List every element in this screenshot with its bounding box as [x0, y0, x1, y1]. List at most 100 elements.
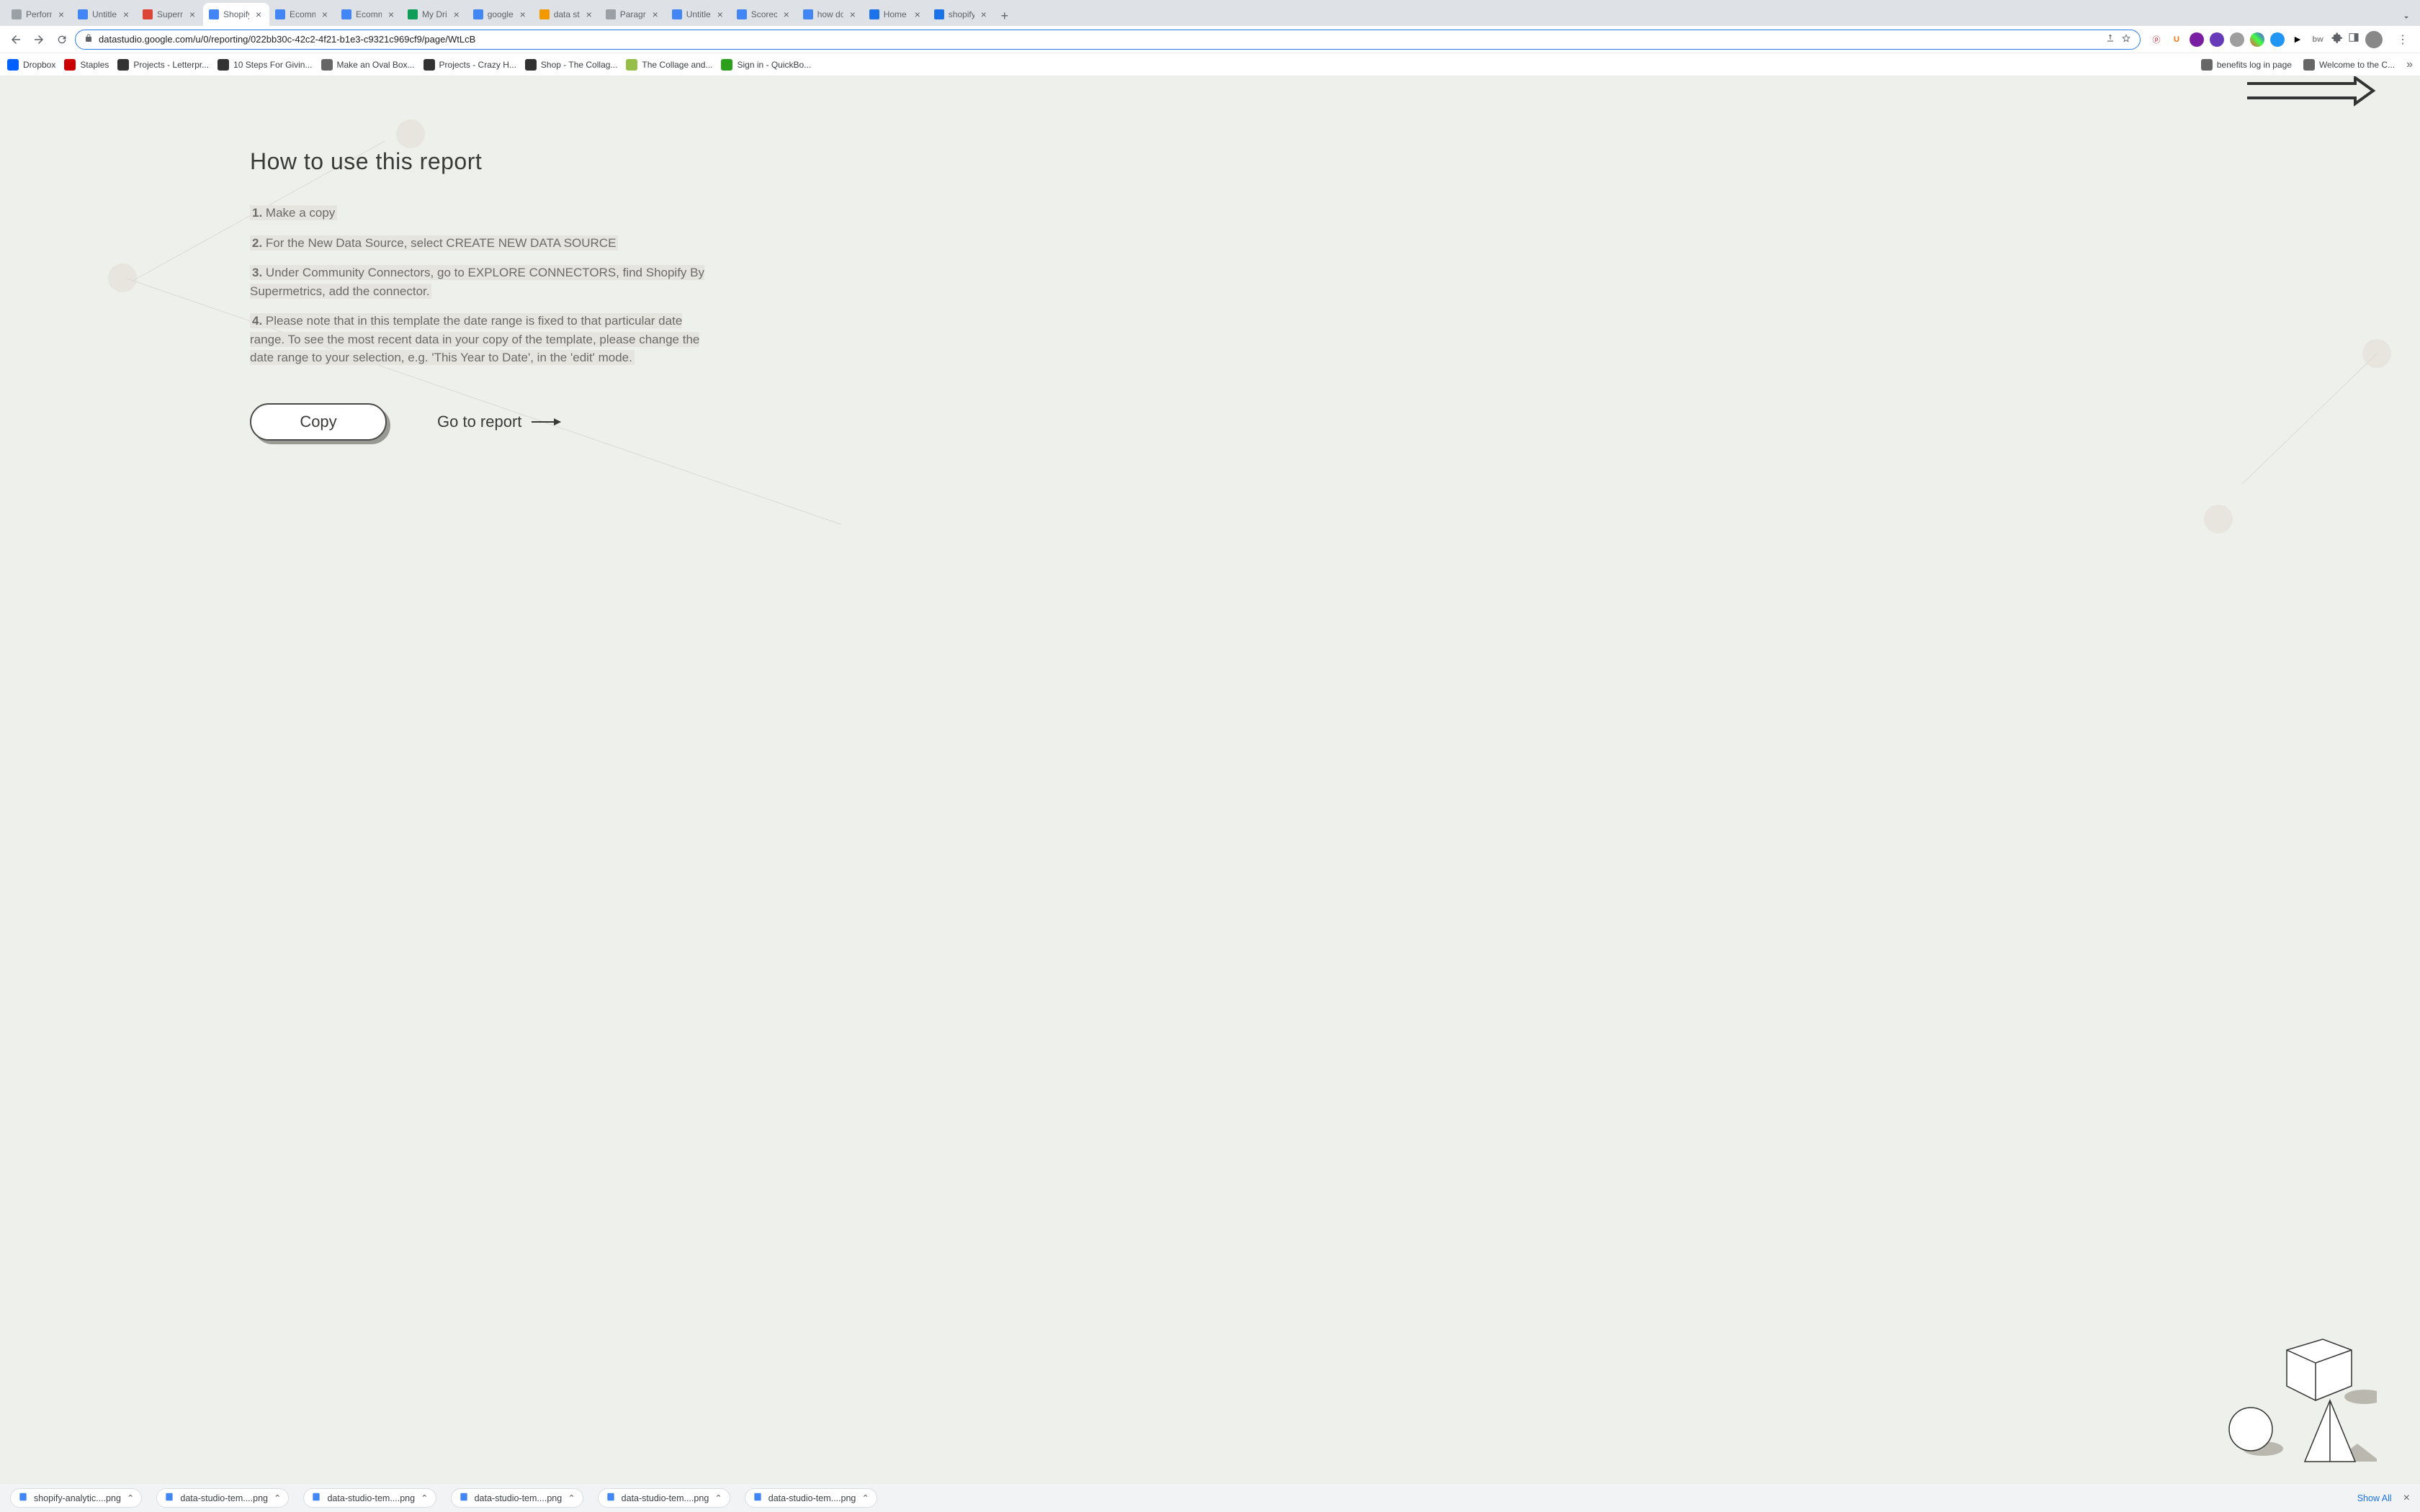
bookmarks-overflow-icon[interactable]: » — [2406, 58, 2413, 71]
bookmark-item[interactable]: Make an Oval Box... — [321, 59, 415, 71]
close-icon[interactable]: × — [584, 9, 594, 19]
close-icon[interactable]: × — [913, 9, 923, 19]
tabs-dropdown-icon[interactable] — [2393, 12, 2420, 26]
bookmark-label: Staples — [80, 60, 109, 70]
download-item[interactable]: data-studio-tem....png⌃ — [156, 1488, 289, 1508]
ext-icon[interactable] — [2270, 32, 2285, 47]
extensions-puzzle-icon[interactable] — [2331, 32, 2342, 47]
ext-icon[interactable] — [2190, 32, 2204, 47]
browser-tab[interactable]: My Dri× — [402, 3, 467, 26]
step-4: 4. Please note that in this template the… — [250, 312, 711, 367]
bookmark-favicon — [424, 59, 435, 71]
download-name: data-studio-tem....png — [768, 1493, 856, 1503]
show-all-button[interactable]: Show All — [2357, 1493, 2392, 1503]
file-icon — [164, 1492, 174, 1504]
chrome-menu-button[interactable]: ⋮ — [2391, 32, 2414, 47]
bookmark-item[interactable]: 10 Steps For Givin... — [218, 59, 312, 71]
tab-favicon — [209, 9, 219, 19]
bookmark-item[interactable]: Shop - The Collag... — [525, 59, 618, 71]
share-icon[interactable] — [2105, 33, 2115, 45]
download-item[interactable]: data-studio-tem....png ⌃ — [451, 1488, 583, 1508]
download-item[interactable]: data-studio-tem....png⌃ — [598, 1488, 730, 1508]
browser-tab[interactable]: data st× — [534, 3, 600, 26]
browser-tab[interactable]: Superm× — [137, 3, 203, 26]
browser-tab[interactable]: Untitle× — [666, 3, 731, 26]
chevron-up-icon[interactable]: ⌃ — [861, 1493, 869, 1503]
close-icon[interactable]: × — [254, 9, 264, 19]
bookmark-favicon — [7, 59, 19, 71]
ext-icon[interactable]: ⓟ — [2149, 32, 2164, 47]
ext-icon[interactable]: bw — [2311, 32, 2325, 47]
close-icon[interactable]: × — [715, 9, 725, 19]
download-item[interactable]: data-studio-tem....png ⌃ — [745, 1488, 877, 1508]
close-icon[interactable]: × — [848, 9, 858, 19]
browser-tab[interactable]: google× — [467, 3, 534, 26]
close-icon[interactable]: × — [320, 9, 330, 19]
chevron-up-icon[interactable]: ⌃ — [274, 1493, 281, 1503]
extension-icons: ⓟ U ▶ bw — [2143, 31, 2388, 48]
browser-tab[interactable]: Scorec× — [731, 3, 797, 26]
browser-tab[interactable]: Ecomm× — [336, 3, 402, 26]
download-item[interactable]: shopify-analytic....png⌃ — [10, 1488, 142, 1508]
address-bar[interactable]: datastudio.google.com/u/0/reporting/022b… — [75, 30, 2141, 50]
download-name: data-studio-tem....png — [475, 1493, 563, 1503]
close-icon[interactable]: × — [518, 9, 528, 19]
tab-favicon — [539, 9, 550, 19]
bookmark-label: Projects - Letterpr... — [133, 60, 209, 70]
close-icon[interactable]: × — [650, 9, 660, 19]
browser-tab[interactable]: Shopify× — [203, 3, 269, 26]
bookmark-item[interactable]: Projects - Crazy H... — [424, 59, 516, 71]
file-icon — [18, 1492, 28, 1504]
bookmark-item[interactable]: benefits log in page — [2201, 59, 2292, 71]
browser-tab[interactable]: how do× — [797, 3, 864, 26]
ext-icon[interactable] — [2230, 32, 2244, 47]
bookmark-item[interactable]: Welcome to the C... — [2303, 59, 2395, 71]
ext-icon[interactable]: ▶ — [2290, 32, 2305, 47]
bookmark-item[interactable]: Sign in - QuickBo... — [721, 59, 811, 71]
bookmark-label: Sign in - QuickBo... — [737, 60, 811, 70]
profile-avatar[interactable] — [2365, 31, 2383, 48]
star-icon[interactable] — [2121, 33, 2131, 45]
browser-toolbar: datastudio.google.com/u/0/reporting/022b… — [0, 26, 2420, 53]
ext-icon[interactable] — [2210, 32, 2224, 47]
close-icon[interactable]: × — [452, 9, 462, 19]
go-to-report-link[interactable]: Go to report — [437, 413, 560, 431]
bookmark-item[interactable]: The Collage and... — [626, 59, 712, 71]
back-button[interactable] — [6, 30, 26, 50]
step-3: 3. Under Community Connectors, go to EXP… — [250, 264, 711, 300]
bookmark-label: Dropbox — [23, 60, 55, 70]
close-icon[interactable]: × — [2403, 1492, 2410, 1505]
browser-tab[interactable]: Perform× — [6, 3, 72, 26]
browser-tab[interactable]: Ecomm× — [269, 3, 336, 26]
sidepanel-icon[interactable] — [2348, 32, 2360, 47]
bookmark-item[interactable]: Projects - Letterpr... — [117, 59, 209, 71]
chevron-up-icon[interactable]: ⌃ — [127, 1493, 134, 1503]
chevron-up-icon[interactable]: ⌃ — [714, 1493, 722, 1503]
copy-button[interactable]: Copy — [250, 403, 387, 441]
chevron-up-icon[interactable]: ⌃ — [421, 1493, 428, 1503]
browser-tab[interactable]: Untitle× — [72, 3, 137, 26]
chevron-up-icon[interactable]: ⌃ — [568, 1493, 575, 1503]
close-icon[interactable]: × — [121, 9, 131, 19]
close-icon[interactable]: × — [781, 9, 792, 19]
decor-circle — [2204, 505, 2233, 534]
bookmark-item[interactable]: Dropbox — [7, 59, 55, 71]
forward-button[interactable] — [29, 30, 49, 50]
tab-favicon — [606, 9, 616, 19]
browser-tab[interactable]: shopify× — [928, 3, 995, 26]
page-content: How to use this report 1. Make a copy 2.… — [0, 76, 2420, 1483]
new-tab-button[interactable]: + — [995, 6, 1015, 26]
browser-tab[interactable]: Home× — [864, 3, 928, 26]
download-item[interactable]: data-studio-tem....png⌃ — [303, 1488, 436, 1508]
close-icon[interactable]: × — [187, 9, 197, 19]
ext-icon[interactable]: U — [2169, 32, 2184, 47]
tab-strip: Perform×Untitle×Superm×Shopify×Ecomm×Eco… — [0, 0, 2420, 26]
close-icon[interactable]: × — [56, 9, 66, 19]
close-icon[interactable]: × — [979, 9, 989, 19]
decor-line — [2242, 354, 2378, 484]
ext-icon[interactable] — [2250, 32, 2264, 47]
close-icon[interactable]: × — [386, 9, 396, 19]
reload-button[interactable] — [52, 30, 72, 50]
browser-tab[interactable]: Paragra× — [600, 3, 666, 26]
bookmark-item[interactable]: Staples — [64, 59, 109, 71]
